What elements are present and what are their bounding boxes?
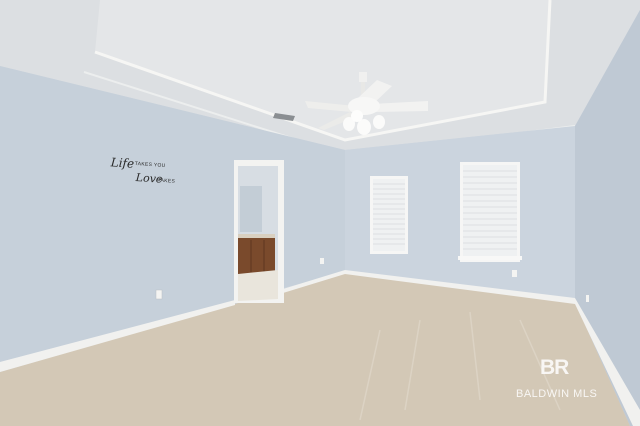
- bathroom-mirror: [240, 186, 262, 232]
- room-illustration: [0, 0, 640, 426]
- countertop: [238, 234, 275, 238]
- window-sill: [458, 256, 522, 260]
- window-right-blind: [463, 165, 517, 258]
- room-photo: Life TAKES YOU Love TAKES BR BALDWIN MLS: [0, 0, 640, 426]
- outlet: [512, 270, 517, 277]
- outlet: [586, 295, 589, 302]
- outlet: [155, 289, 163, 300]
- window-left-blind: [373, 179, 405, 251]
- bathroom-cabinet: [238, 234, 275, 274]
- outlet: [320, 258, 324, 264]
- fan-light: [373, 115, 385, 129]
- fan-light: [351, 110, 363, 122]
- bathroom-floor: [238, 270, 278, 301]
